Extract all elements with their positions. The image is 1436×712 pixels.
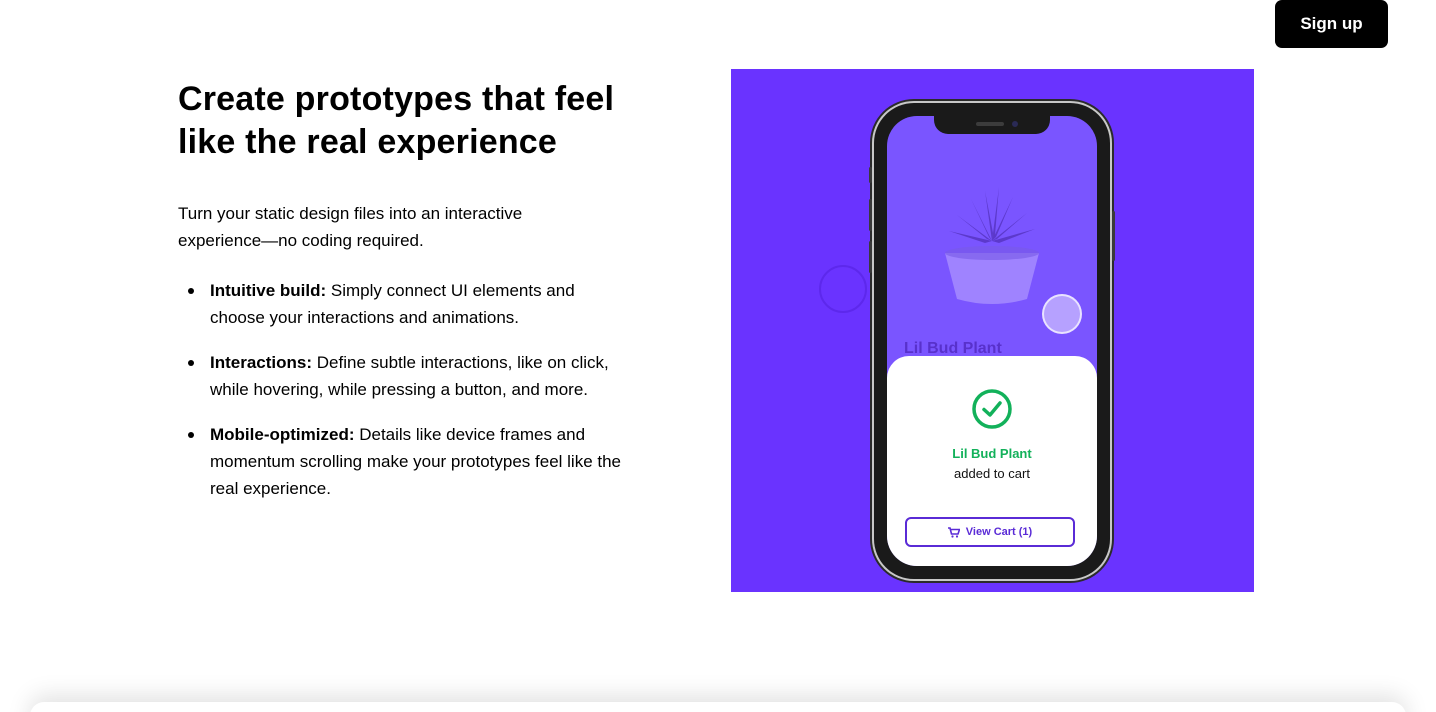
phone-mockup: Lil Bud Plant Lil Bud Plant added to car… (869, 103, 1115, 579)
feature-item-interactions: Interactions: Define subtle interactions… (178, 349, 628, 403)
view-cart-button[interactable]: View Cart (1) (905, 517, 1075, 547)
section-intro: Turn your static design files into an in… (178, 204, 523, 250)
phone-volume-down (869, 241, 872, 273)
bullet-icon (188, 288, 194, 294)
sign-up-button[interactable]: Sign up (1275, 0, 1388, 48)
feature-title: Mobile-optimized: (210, 425, 355, 444)
add-to-cart-confirmation: Lil Bud Plant added to cart View Cart (1… (887, 356, 1097, 566)
plant-icon (945, 187, 1039, 304)
touch-indicator (1042, 294, 1082, 334)
phone-notch (934, 116, 1050, 134)
section-headline: Create prototypes that feel like the rea… (178, 80, 615, 161)
feature-list: Intuitive build: Simply connect UI eleme… (178, 277, 638, 502)
phone-mute-switch (869, 167, 872, 183)
phone-volume-up (869, 199, 872, 231)
speaker-icon (976, 122, 1004, 126)
feature-item-mobile-optimized: Mobile-optimized: Details like device fr… (178, 421, 628, 502)
page: Sign up Create prototypes that feel like… (0, 0, 1436, 712)
feature-section: Create prototypes that feel like the rea… (178, 78, 638, 520)
camera-icon (1012, 121, 1018, 127)
bullet-icon (188, 360, 194, 366)
check-circle-icon (972, 389, 1012, 429)
feature-item-intuitive-build: Intuitive build: Simply connect UI eleme… (178, 277, 628, 331)
prototype-hero-image: Lil Bud Plant Lil Bud Plant added to car… (731, 69, 1254, 592)
feature-title: Intuitive build: (210, 281, 327, 300)
confirmation-message: added to cart (954, 466, 1030, 481)
cart-icon (947, 526, 960, 538)
confirmation-product-name: Lil Bud Plant (952, 446, 1032, 461)
bullet-icon (188, 432, 194, 438)
background-check-icon (819, 265, 867, 313)
next-section-card (30, 702, 1406, 712)
view-cart-label: View Cart (1) (965, 526, 1033, 538)
phone-screen: Lil Bud Plant Lil Bud Plant added to car… (887, 116, 1097, 566)
phone-power-button (1112, 211, 1115, 261)
feature-title: Interactions: (210, 353, 313, 372)
